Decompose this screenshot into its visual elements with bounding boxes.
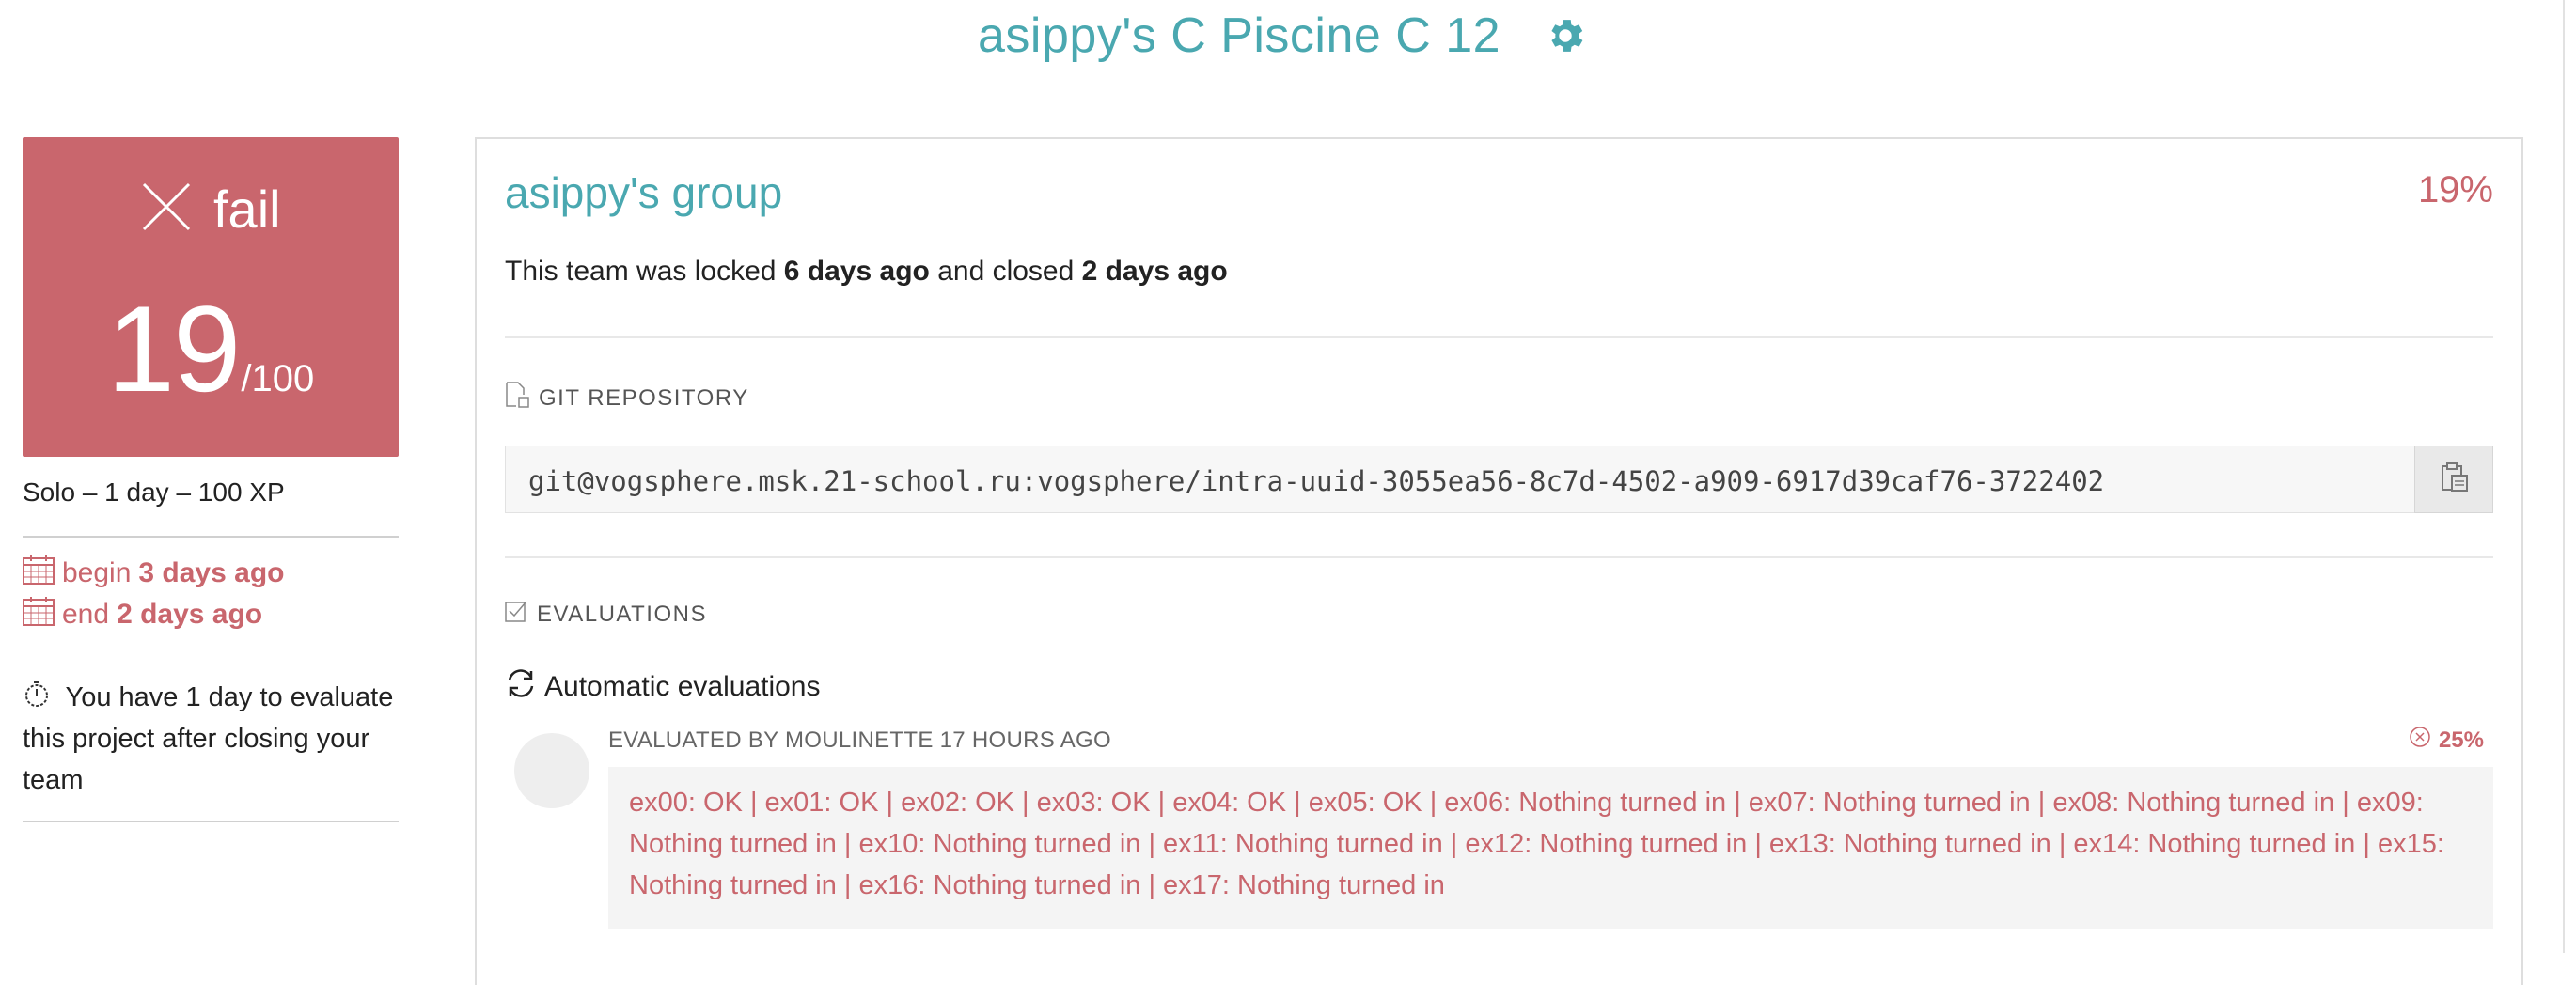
- evaluation-score-value: 25%: [2438, 727, 2484, 753]
- end-label: end: [62, 599, 110, 630]
- evaluations-label: EVALUATIONS: [505, 600, 707, 629]
- page-title: asippy's C Piscine C 12: [978, 8, 1501, 63]
- evaluation-result: ex00: OK | ex01: OK | ex02: OK | ex03: O…: [608, 767, 2493, 929]
- refresh-icon: [505, 667, 544, 707]
- score-value: 19: [106, 280, 242, 417]
- gear-icon[interactable]: [1544, 14, 1587, 57]
- team-panel: asippy's group 19% This team was locked …: [475, 137, 2523, 985]
- repository-url-field[interactable]: git@vogsphere.msk.21-school.ru:vogsphere…: [505, 446, 2493, 513]
- clipboard-icon: [2438, 461, 2470, 498]
- evaluator-line: EVALUATED BY MOULINETTE 17 HOURS AGO: [608, 727, 1111, 753]
- header-title-row: asippy's C Piscine C 12: [978, 8, 1587, 64]
- final-score: 19/100: [23, 278, 399, 419]
- evaluation-note-text: You have 1 day to evaluate this project …: [23, 682, 394, 795]
- group-percent: 19%: [2417, 169, 2493, 211]
- closed-value: 2 days ago: [1081, 256, 1228, 287]
- end-value: 2 days ago: [117, 599, 263, 630]
- scrollbar[interactable]: [2563, 0, 2565, 953]
- group-title[interactable]: asippy's group: [505, 167, 782, 218]
- begin-date: begin 3 days ago: [23, 555, 284, 592]
- avatar: [514, 733, 589, 808]
- status-row: fail: [23, 179, 399, 240]
- divider: [505, 336, 2493, 338]
- repository-url[interactable]: git@vogsphere.msk.21-school.ru:vogsphere…: [528, 465, 2104, 497]
- checkbox-icon: [505, 600, 537, 629]
- git-repository-text: GIT REPOSITORY: [539, 384, 749, 411]
- calendar-icon: [23, 596, 62, 633]
- automatic-evaluations-text: Automatic evaluations: [544, 671, 821, 702]
- team-status-middle: and closed: [929, 256, 1082, 287]
- stopwatch-icon: [23, 681, 66, 712]
- repository-icon: [505, 382, 539, 414]
- page-header: asippy's C Piscine C 12: [0, 0, 2576, 85]
- team-status: This team was locked 6 days ago and clos…: [505, 256, 1228, 288]
- close-icon: [140, 180, 213, 239]
- end-date: end 2 days ago: [23, 596, 262, 633]
- copy-button[interactable]: [2414, 446, 2493, 513]
- divider: [505, 556, 2493, 558]
- begin-value: 3 days ago: [138, 557, 285, 588]
- calendar-icon: [23, 555, 62, 592]
- score-max: /100: [241, 358, 315, 399]
- project-status-card: fail 19/100: [23, 137, 399, 457]
- evaluation-note: You have 1 day to evaluate this project …: [23, 677, 399, 801]
- status-text: fail: [212, 180, 281, 239]
- divider: [23, 536, 399, 538]
- team-status-prefix: This team was locked: [505, 256, 784, 287]
- project-meta: Solo – 1 day – 100 XP: [23, 477, 285, 507]
- divider: [23, 821, 399, 822]
- automatic-evaluations: Automatic evaluations: [505, 667, 821, 707]
- fail-circle-icon: [2409, 726, 2439, 755]
- git-repository-label: GIT REPOSITORY: [505, 382, 749, 414]
- evaluation-score: 25%: [2409, 726, 2484, 755]
- locked-value: 6 days ago: [783, 256, 930, 287]
- evaluations-text: EVALUATIONS: [537, 601, 707, 627]
- begin-label: begin: [62, 557, 132, 588]
